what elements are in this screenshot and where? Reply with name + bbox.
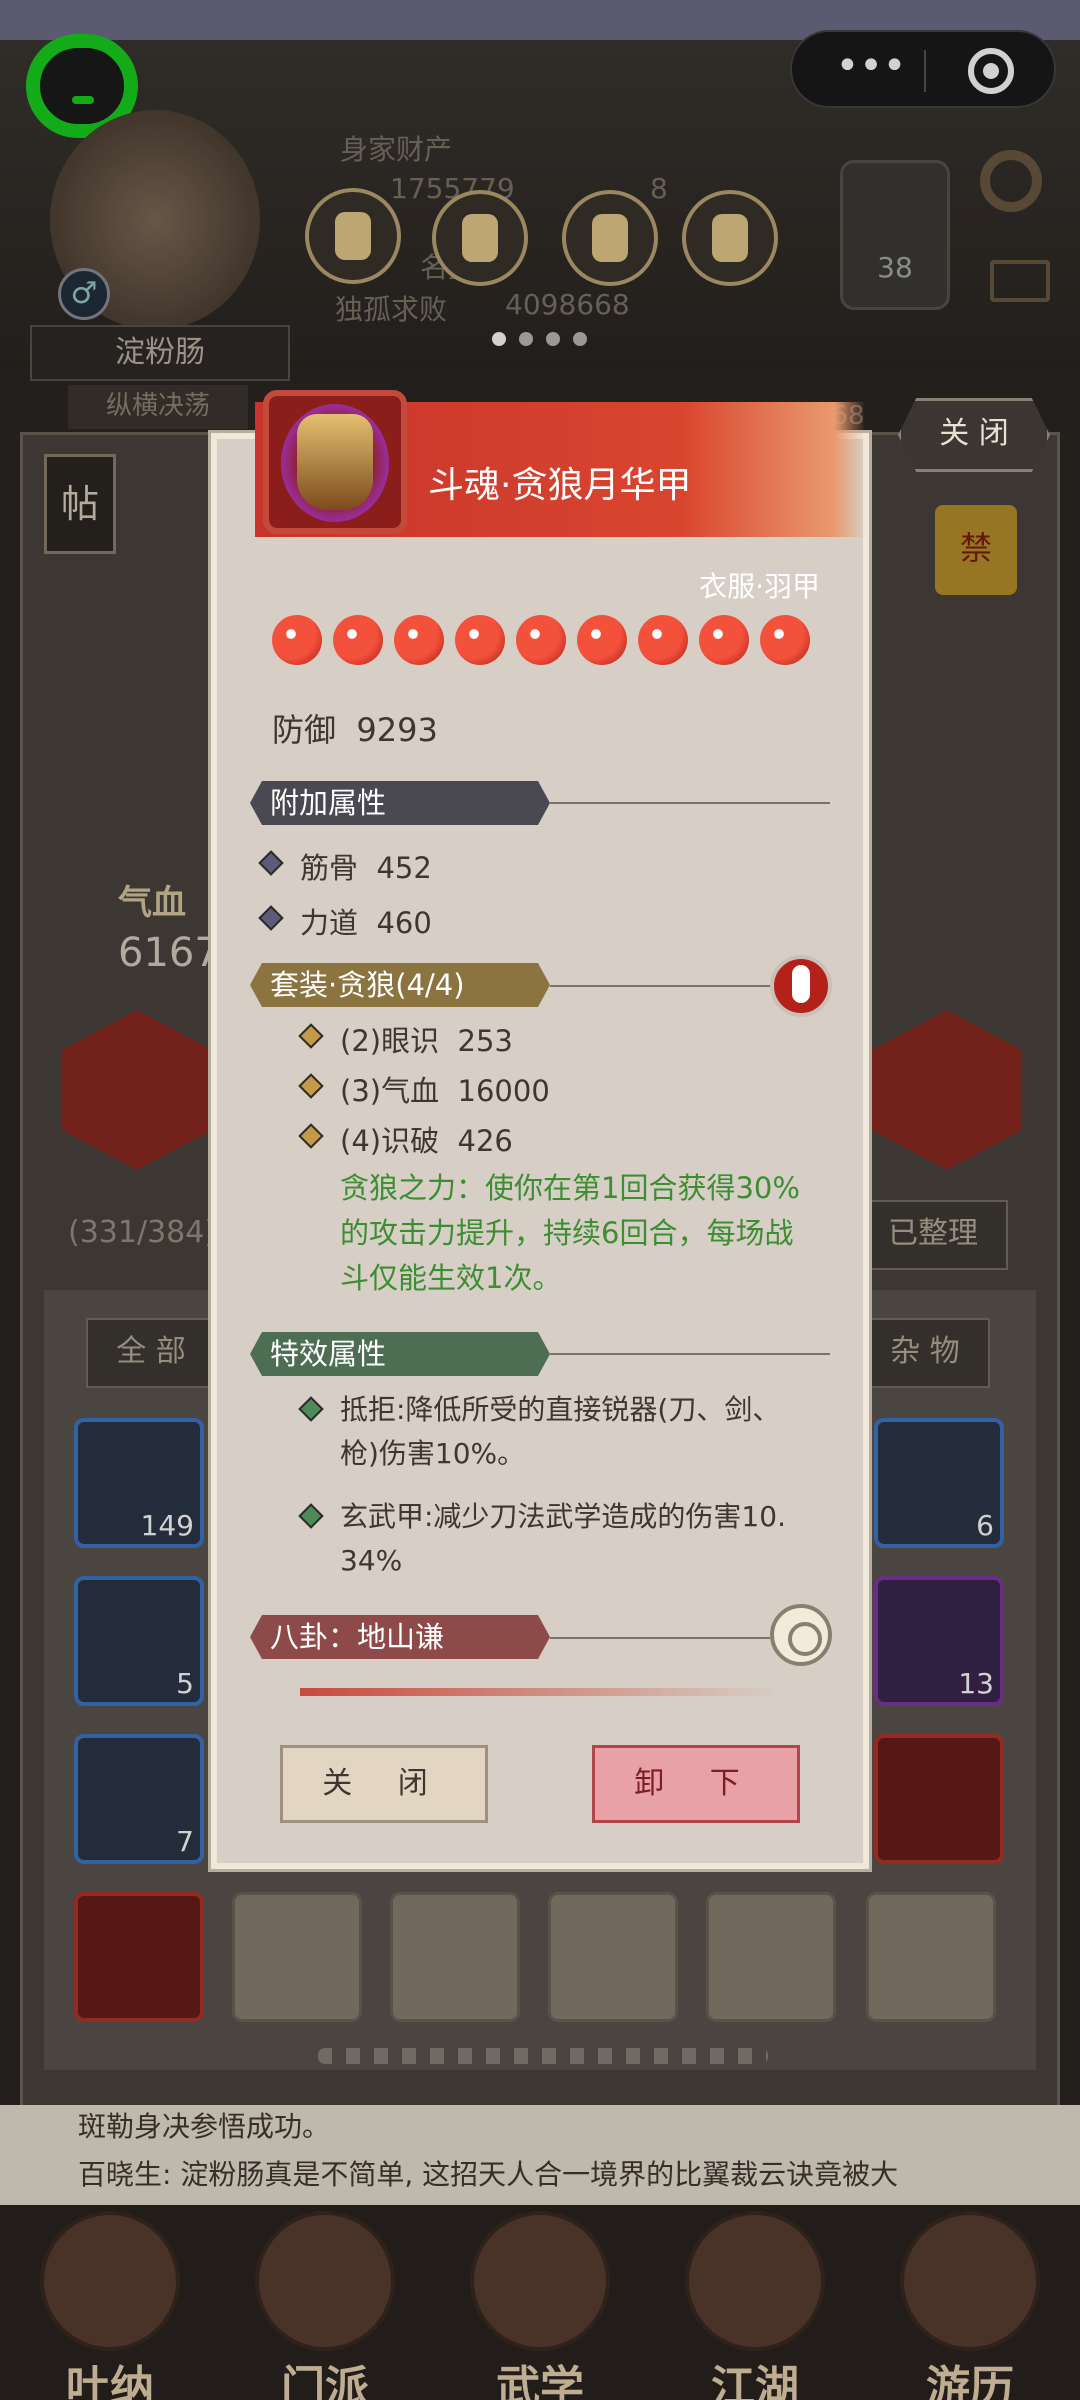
star-icon (516, 615, 566, 665)
attr-name: 筋骨 (300, 851, 359, 885)
attr-name: (2)眼识 (340, 1024, 440, 1058)
star-icon (699, 615, 749, 665)
special-line: 34% (340, 1544, 403, 1577)
attr-name: (3)气血 (340, 1074, 440, 1108)
attr-row: 力道 460 (258, 900, 432, 942)
extra-attrs-header: 附加属性 (250, 781, 550, 825)
bagua-icon[interactable] (770, 1604, 832, 1666)
attr-value: 253 (457, 1024, 513, 1058)
scroll-fade (300, 1688, 780, 1696)
set-attr-row: (2)眼识 253 (298, 1018, 513, 1060)
item-title: 斗魂·贪狼月华甲 (428, 465, 692, 506)
close-top-button[interactable]: 关 闭 (898, 398, 1050, 472)
star-icon (455, 615, 505, 665)
star-icon (760, 615, 810, 665)
defense-label: 防御 (272, 711, 337, 749)
star-icon (394, 615, 444, 665)
special-effect: 抵拒:降低所受的直接锐器(刀、剑、 枪)伤害10%。 (298, 1388, 820, 1476)
item-type: 衣服·羽甲 (699, 570, 820, 603)
special-header: 特效属性 (250, 1332, 550, 1376)
set-attr-row: (4)识破 426 (298, 1118, 513, 1160)
defense-stat: 防御 9293 (272, 705, 438, 751)
attr-value: 460 (376, 906, 432, 940)
armor-shape (297, 414, 373, 510)
special-line: 枪)伤害10%。 (340, 1437, 526, 1470)
special-line: 玄武甲:减少刀法武学造成的伤害10. (340, 1500, 786, 1533)
close-button[interactable]: 关 闭 (280, 1745, 488, 1823)
divider (550, 985, 770, 987)
attr-value: 452 (376, 851, 432, 885)
star-icon (333, 615, 383, 665)
bagua-header: 八卦：地山谦 (250, 1615, 550, 1659)
attr-value: 16000 (457, 1074, 550, 1108)
special-line: 抵拒:降低所受的直接锐器(刀、剑、 (340, 1393, 781, 1426)
special-effect: 玄武甲:减少刀法武学造成的伤害10. 34% (298, 1495, 820, 1583)
set-desc-line: 贪狼之力：使你在第1回合获得30% (340, 1171, 800, 1205)
divider (550, 1637, 770, 1639)
set-desc-line: 的攻击力提升，持续6回合，每场战 (340, 1216, 794, 1250)
set-attr-row: (3)气血 16000 (298, 1068, 550, 1110)
star-icon (577, 615, 627, 665)
star-icon (272, 615, 322, 665)
star-rating (272, 615, 832, 671)
set-header: 套装·贪狼(4/4) (250, 963, 550, 1007)
set-desc-line: 斗仅能生效1次。 (340, 1261, 562, 1295)
item-armor-icon (263, 390, 407, 534)
attr-name: (4)识破 (340, 1124, 440, 1158)
star-icon (638, 615, 688, 665)
attr-value: 426 (457, 1124, 513, 1158)
set-effect-desc: 贪狼之力：使你在第1回合获得30% 的攻击力提升，持续6回合，每场战 斗仅能生效… (340, 1166, 820, 1301)
attr-row: 筋骨 452 (258, 845, 432, 887)
divider (550, 1353, 830, 1355)
yinyang-icon[interactable] (770, 955, 832, 1017)
defense-value: 9293 (356, 711, 438, 749)
divider (550, 802, 830, 804)
unequip-button[interactable]: 卸 下 (592, 1745, 800, 1823)
attr-name: 力道 (300, 906, 359, 940)
